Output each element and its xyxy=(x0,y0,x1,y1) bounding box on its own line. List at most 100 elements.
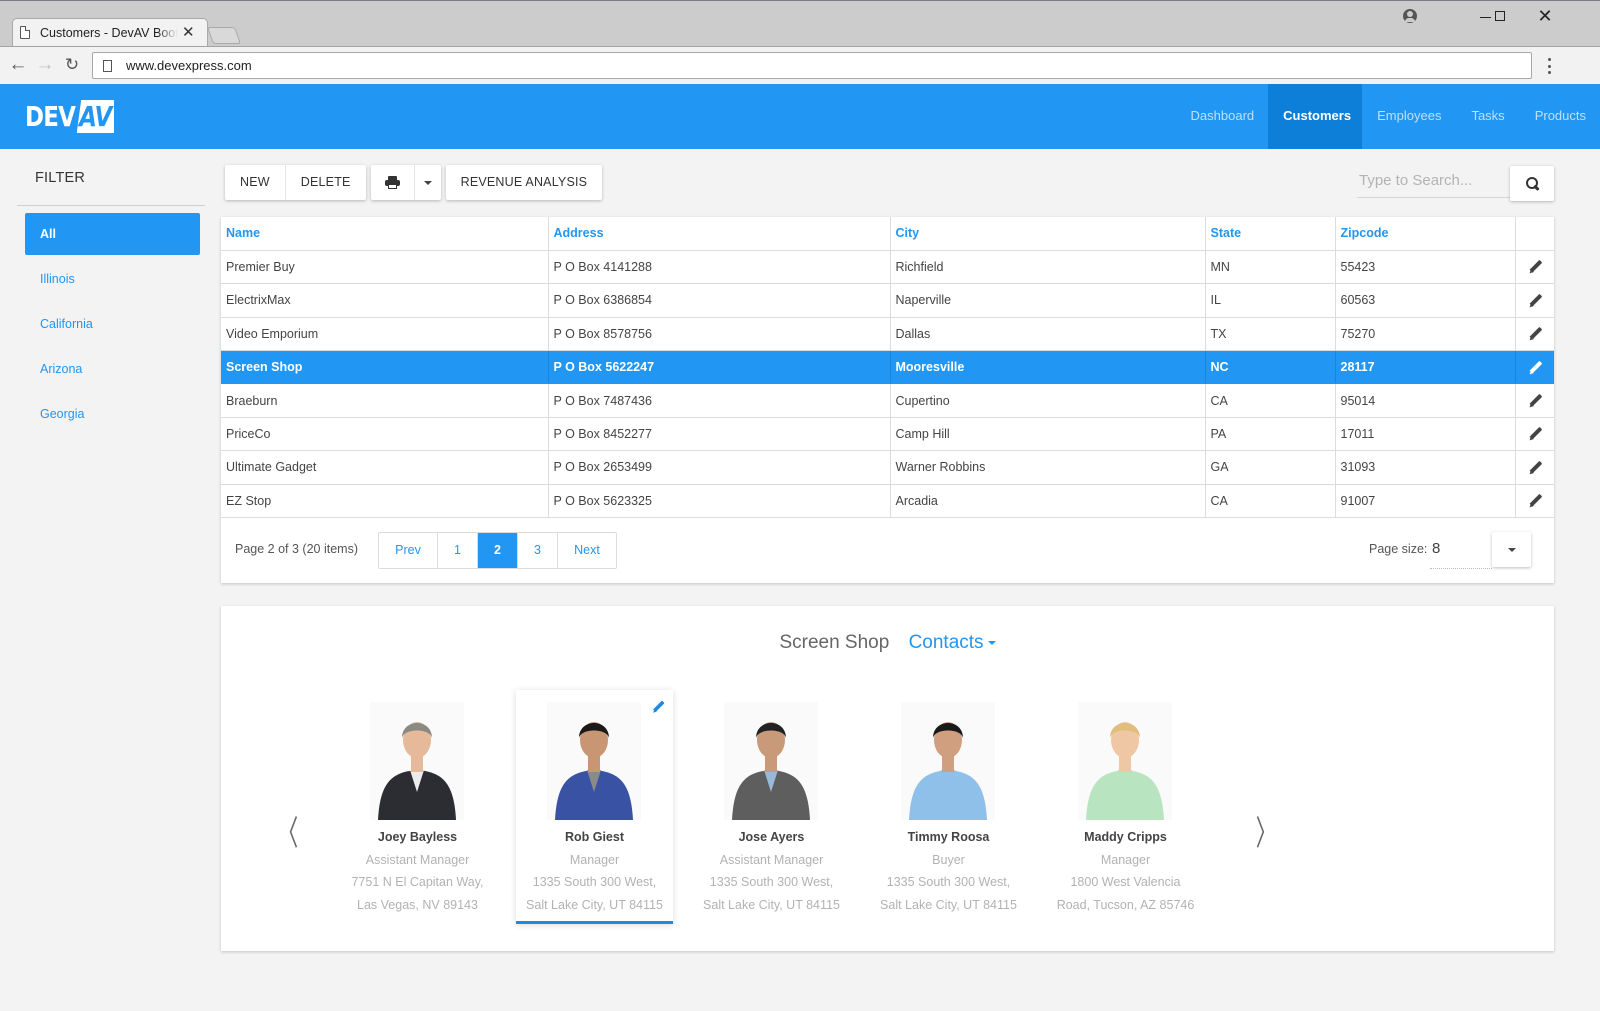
edit-pencil-icon[interactable] xyxy=(1528,427,1542,441)
table-row[interactable]: PriceCo P O Box 8452277 Camp Hill PA 17011 xyxy=(221,417,1554,452)
contact-role: Assistant Manager xyxy=(719,853,824,867)
close-tab-icon[interactable]: ✕ xyxy=(182,25,195,40)
table-row[interactable]: Premier Buy P O Box 4141288 Richfield MN 554… xyxy=(221,250,1554,285)
contact-address-line2: Salt Lake City, UT 84115 xyxy=(526,898,663,912)
contact-photo-illustration xyxy=(901,702,995,820)
filter-item-california[interactable]: California xyxy=(25,303,200,345)
browser-menu-icon[interactable] xyxy=(1545,56,1553,76)
column-header-state[interactable]: State xyxy=(1205,217,1336,251)
cell-name: Video Emporium xyxy=(221,317,549,352)
contact-photo-illustration xyxy=(1078,702,1172,820)
nav-products[interactable]: Products xyxy=(1520,84,1600,149)
revenue-analysis-button[interactable]: REVENUE ANALYSIS xyxy=(446,165,603,200)
nav-dashboard[interactable]: Dashboard xyxy=(1176,84,1269,149)
filter-list: All Illinois California Arizona Georgia xyxy=(25,213,200,438)
address-bar[interactable]: www.devexpress.com xyxy=(92,52,1532,79)
nav-customers[interactable]: Customers xyxy=(1268,84,1363,149)
page-size-dropdown-button[interactable] xyxy=(1492,532,1531,567)
carousel-next-arrow-icon[interactable]: 〉 xyxy=(1256,806,1276,855)
edit-pencil-icon[interactable] xyxy=(1528,327,1542,341)
carousel-prev-arrow-icon[interactable]: 〈 xyxy=(278,806,298,855)
column-header-name[interactable]: Name xyxy=(221,217,549,251)
pager-info: Page 2 of 3 (20 items) xyxy=(235,542,358,556)
edit-pencil-icon[interactable] xyxy=(1528,260,1542,274)
browser-tab-content[interactable]: Customers - DevAV Bootstrap ✕ xyxy=(20,18,200,47)
contact-role: Manager xyxy=(1100,853,1151,867)
new-button[interactable]: NEW xyxy=(225,165,286,200)
forward-arrow-icon[interactable]: → xyxy=(35,55,55,75)
contact-card[interactable]: Joey Bayless Assistant Manager 7751 N El… xyxy=(339,690,496,924)
table-row[interactable]: EZ Stop P O Box 5623325 Arcadia CA 91007 xyxy=(221,484,1554,519)
contact-address-line1: 1335 South 300 West, xyxy=(709,875,834,889)
close-window-icon[interactable]: ✕ xyxy=(1535,6,1555,26)
cell-edit xyxy=(1515,250,1554,285)
contact-photo-illustration xyxy=(547,702,641,820)
filter-item-arizona[interactable]: Arizona xyxy=(25,348,200,390)
table-row[interactable]: Ultimate Gadget P O Box 2653499 Warner Rob… xyxy=(221,450,1554,485)
filter-item-georgia[interactable]: Georgia xyxy=(25,393,200,435)
pager-page-1[interactable]: 1 xyxy=(438,533,478,568)
cell-address: P O Box 8452277 xyxy=(548,417,891,452)
app-header: DEV AV Dashboard Customers Employees Task… xyxy=(0,84,1600,149)
cell-edit xyxy=(1515,484,1554,519)
caret-down-icon xyxy=(423,180,432,185)
reload-icon[interactable]: ↻ xyxy=(62,55,82,75)
contact-address-line2: Las Vegas, NV 89143 xyxy=(357,898,478,912)
pager: Prev 1 2 3 Next xyxy=(378,532,617,569)
devav-logo[interactable]: DEV AV xyxy=(25,100,114,133)
cell-city: Arcadia xyxy=(890,484,1206,519)
nav-tasks[interactable]: Tasks xyxy=(1456,84,1519,149)
revenue-button-group: REVENUE ANALYSIS xyxy=(445,165,603,200)
contact-card[interactable]: Maddy Cripps Manager 1800 West Valencia … xyxy=(1047,690,1204,924)
cell-address: P O Box 2653499 xyxy=(548,450,891,485)
column-header-zipcode[interactable]: Zipcode xyxy=(1335,217,1516,251)
cell-zipcode: 31093 xyxy=(1335,450,1516,485)
table-row[interactable]: Screen Shop P O Box 5622247 Mooresville NC 2… xyxy=(221,350,1554,385)
back-arrow-icon[interactable]: ← xyxy=(8,55,28,75)
pager-next-button[interactable]: Next xyxy=(558,533,616,568)
browser-titlebar: Customers - DevAV Bootstrap ✕ ✕ xyxy=(0,0,1600,48)
contact-name: Rob Giest xyxy=(564,830,625,844)
cell-address: P O Box 5623325 xyxy=(548,484,891,519)
pager-page-2[interactable]: 2 xyxy=(478,533,518,568)
cell-name: PriceCo xyxy=(221,417,549,452)
table-row[interactable]: ElectrixMax P O Box 6386854 Naperville IL 60… xyxy=(221,283,1554,318)
cell-city: Richfield xyxy=(890,250,1206,285)
edit-button-group: NEW DELETE xyxy=(225,165,366,200)
cell-state: CA xyxy=(1205,383,1336,418)
filter-item-illinois[interactable]: Illinois xyxy=(25,258,200,300)
edit-contact-pencil-icon[interactable] xyxy=(652,701,665,714)
profile-icon[interactable] xyxy=(1401,6,1419,26)
contact-address-line1: 1335 South 300 West, xyxy=(532,875,657,889)
new-tab-button[interactable] xyxy=(206,27,242,44)
pager-page-3[interactable]: 3 xyxy=(518,533,558,568)
page-size-input[interactable]: 8 xyxy=(1430,537,1492,569)
edit-pencil-icon[interactable] xyxy=(1528,494,1542,508)
search-input[interactable] xyxy=(1357,163,1507,197)
edit-pencil-icon[interactable] xyxy=(1528,461,1542,475)
contacts-dropdown[interactable]: Contacts xyxy=(909,632,996,653)
column-header-city[interactable]: City xyxy=(890,217,1206,251)
contact-card[interactable]: Timmy Roosa Buyer 1335 South 300 West, S… xyxy=(870,690,1027,924)
cell-address: P O Box 6386854 xyxy=(548,283,891,318)
maximize-icon[interactable] xyxy=(1490,6,1510,26)
pager-prev-button[interactable]: Prev xyxy=(379,533,438,568)
edit-pencil-icon[interactable] xyxy=(1528,361,1542,375)
print-button[interactable] xyxy=(371,165,415,200)
delete-button[interactable]: DELETE xyxy=(286,165,366,200)
table-row[interactable]: Video Emporium P O Box 8578756 Dallas TX 752… xyxy=(221,317,1554,352)
edit-pencil-icon[interactable] xyxy=(1528,294,1542,308)
main-nav: Dashboard Customers Employees Tasks Prod… xyxy=(1176,84,1600,149)
search-button[interactable] xyxy=(1510,166,1554,201)
filter-item-all[interactable]: All xyxy=(25,213,200,255)
column-header-address[interactable]: Address xyxy=(548,217,891,251)
table-row[interactable]: Braeburn P O Box 7487436 Cupertino CA 95014 xyxy=(221,383,1554,418)
tab-title: Customers - DevAV Bootstrap xyxy=(40,25,178,40)
contact-name: Maddy Cripps xyxy=(1084,830,1167,844)
grid-body: Premier Buy P O Box 4141288 Richfield MN 554… xyxy=(221,250,1554,519)
edit-pencil-icon[interactable] xyxy=(1528,394,1542,408)
print-options-dropdown[interactable] xyxy=(415,165,441,200)
contact-card[interactable]: Rob Giest Manager 1335 South 300 West, S… xyxy=(516,690,673,924)
contact-card[interactable]: Jose Ayers Assistant Manager 1335 South … xyxy=(693,690,850,924)
nav-employees[interactable]: Employees xyxy=(1362,84,1456,149)
